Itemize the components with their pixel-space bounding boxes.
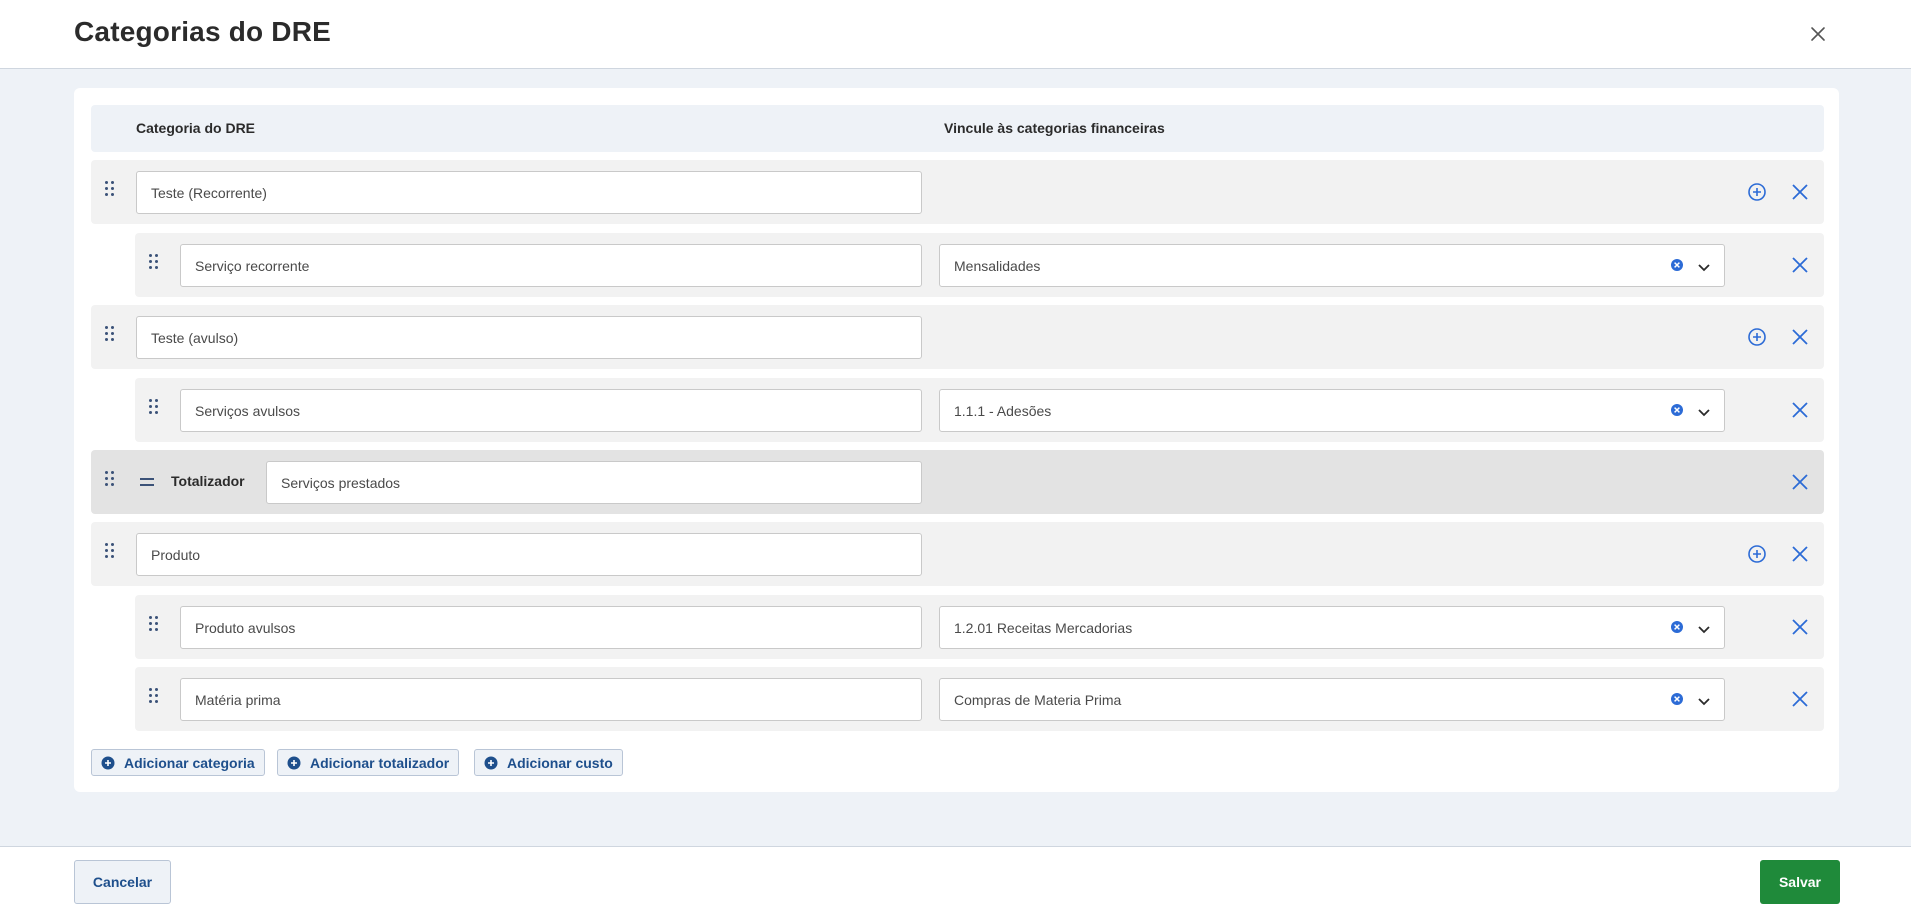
category-row: Produto — [91, 522, 1824, 586]
clear-circle-icon[interactable] — [1670, 403, 1684, 417]
drag-handle-icon[interactable] — [105, 181, 117, 199]
clear-circle-icon[interactable] — [1670, 620, 1684, 634]
drag-handle-icon[interactable] — [149, 688, 161, 706]
plus-circle-icon[interactable] — [1746, 543, 1768, 565]
financial-category-select[interactable]: Compras de Materia Prima — [939, 678, 1725, 721]
categories-card: Categoria do DRE Vincule às categorias f… — [74, 88, 1839, 792]
drag-handle-icon[interactable] — [105, 543, 117, 561]
drag-handle-icon[interactable] — [105, 471, 117, 489]
plus-circle-icon — [287, 756, 301, 770]
subcategory-name-input[interactable]: Produto avulsos — [180, 606, 922, 649]
subcategory-name-input[interactable]: Serviços avulsos — [180, 389, 922, 432]
x-icon[interactable] — [1789, 326, 1811, 348]
add-totalizer-label: Adicionar totalizador — [310, 755, 450, 771]
chevron-down-icon[interactable] — [1695, 403, 1713, 421]
subcategory-name-input[interactable]: Serviço recorrente — [180, 244, 922, 287]
category-name-input[interactable]: Produto — [136, 533, 922, 576]
x-icon[interactable] — [1789, 688, 1811, 710]
drag-handle-icon[interactable] — [149, 399, 161, 417]
selected-value: 1.2.01 Receitas Mercadorias — [954, 620, 1133, 636]
drag-handle-icon[interactable] — [149, 616, 161, 634]
cancel-button[interactable]: Cancelar — [74, 860, 171, 904]
x-icon[interactable] — [1789, 181, 1811, 203]
chevron-down-icon[interactable] — [1695, 692, 1713, 710]
plus-circle-icon — [101, 756, 115, 770]
subcategory-row: Matéria prima Compras de Materia Prima — [135, 667, 1824, 731]
x-icon[interactable] — [1789, 399, 1811, 421]
totalizer-label: Totalizador — [171, 473, 245, 489]
chevron-down-icon[interactable] — [1695, 258, 1713, 276]
add-category-button[interactable]: Adicionar categoria — [91, 749, 265, 776]
close-icon[interactable] — [1806, 22, 1830, 46]
add-category-label: Adicionar categoria — [124, 755, 255, 771]
selected-value: Mensalidades — [954, 258, 1041, 274]
category-row: Teste (Recorrente) — [91, 160, 1824, 224]
clear-circle-icon[interactable] — [1670, 692, 1684, 706]
column-header-category: Categoria do DRE — [136, 120, 256, 136]
x-icon[interactable] — [1789, 254, 1811, 276]
plus-circle-icon — [484, 756, 498, 770]
add-cost-button[interactable]: Adicionar custo — [474, 749, 623, 776]
drag-handle-icon[interactable] — [149, 254, 161, 272]
category-name-input[interactable]: Teste (Recorrente) — [136, 171, 922, 214]
table-header: Categoria do DRE Vincule às categorias f… — [91, 105, 1824, 152]
selected-value: 1.1.1 - Adesões — [954, 403, 1052, 419]
totalizer-name-input[interactable]: Serviços prestados — [266, 461, 922, 504]
category-row: Teste (avulso) — [91, 305, 1824, 369]
subcategory-row: Produto avulsos 1.2.01 Receitas Mercador… — [135, 595, 1824, 659]
totalizer-row: Totalizador Serviços prestados — [91, 450, 1824, 514]
drag-handle-icon[interactable] — [105, 326, 117, 344]
financial-category-select[interactable]: 1.2.01 Receitas Mercadorias — [939, 606, 1725, 649]
x-icon[interactable] — [1789, 543, 1811, 565]
chevron-down-icon[interactable] — [1695, 620, 1713, 638]
dialog-title: Categorias do DRE — [74, 16, 331, 47]
financial-category-select[interactable]: 1.1.1 - Adesões — [939, 389, 1725, 432]
plus-circle-icon[interactable] — [1746, 326, 1768, 348]
add-totalizer-button[interactable]: Adicionar totalizador — [277, 749, 460, 776]
equals-icon — [136, 471, 158, 493]
selected-value: Compras de Materia Prima — [954, 692, 1122, 708]
add-cost-label: Adicionar custo — [507, 755, 613, 771]
x-icon[interactable] — [1789, 471, 1811, 493]
financial-category-select[interactable]: Mensalidades — [939, 244, 1725, 287]
plus-circle-icon[interactable] — [1746, 181, 1768, 203]
save-button[interactable]: Salvar — [1760, 860, 1840, 904]
clear-circle-icon[interactable] — [1670, 258, 1684, 272]
column-header-link: Vincule às categorias financeiras — [944, 120, 1165, 136]
x-icon[interactable] — [1789, 616, 1811, 638]
dialog-header: Categorias do DRE — [0, 0, 1911, 69]
subcategory-row: Serviços avulsos 1.1.1 - Adesões — [135, 378, 1824, 442]
category-name-input[interactable]: Teste (avulso) — [136, 316, 922, 359]
subcategory-row: Serviço recorrente Mensalidades — [135, 233, 1824, 297]
dialog-footer: Cancelar Salvar — [0, 846, 1911, 913]
subcategory-name-input[interactable]: Matéria prima — [180, 678, 922, 721]
